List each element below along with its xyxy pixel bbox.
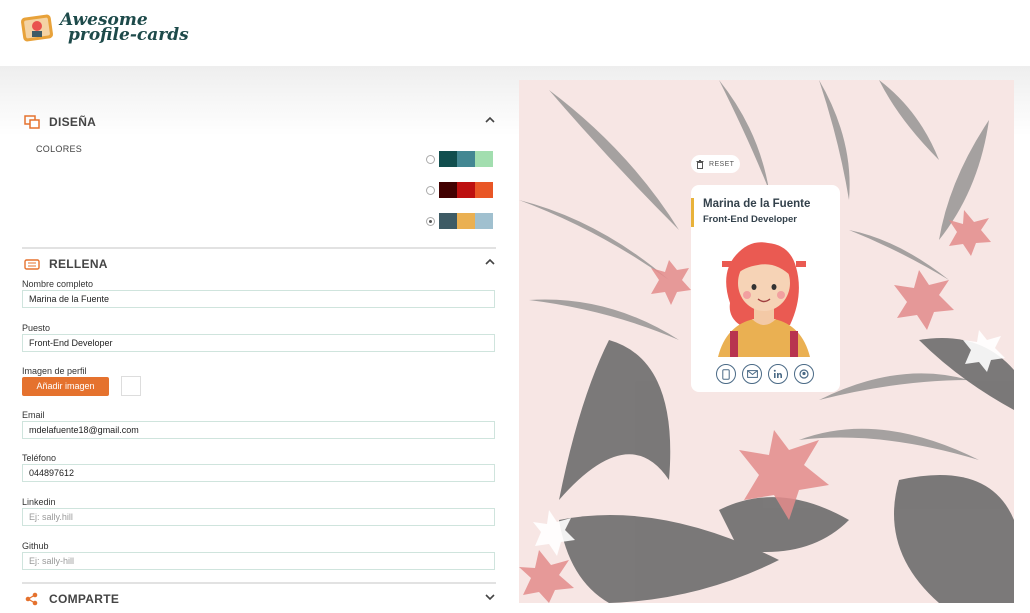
- section-divider: [22, 247, 496, 249]
- name-label: Nombre completo: [22, 279, 94, 289]
- card-name: Marina de la Fuente: [703, 198, 811, 210]
- phone-input[interactable]: 044897612: [22, 464, 495, 482]
- palette-option-1[interactable]: [426, 151, 493, 167]
- reset-label: RESET: [709, 160, 735, 168]
- linkedin-input[interactable]: Ej: sally.hill: [22, 508, 495, 526]
- reset-button[interactable]: RESET: [691, 155, 741, 173]
- logo-icon: [20, 14, 54, 42]
- phone-label: Teléfono: [22, 453, 57, 463]
- colors-label: COLORES: [36, 144, 83, 154]
- swatch: [475, 213, 493, 229]
- keyboard-icon: [24, 259, 40, 270]
- palette-radio-3[interactable]: [426, 216, 435, 226]
- phone-icon[interactable]: [716, 364, 736, 384]
- swatch: [439, 182, 457, 198]
- image-preview: [121, 376, 141, 396]
- header: Awesome profile-cards: [0, 0, 1030, 66]
- share-icon: [25, 592, 38, 606]
- swatch: [457, 182, 475, 198]
- share-section-title: COMPARTE: [49, 592, 120, 606]
- design-section-title: DISEÑA: [49, 115, 97, 129]
- email-label: Email: [22, 410, 45, 420]
- section-divider: [22, 582, 496, 584]
- logo-text: Awesome profile-cards: [60, 12, 189, 45]
- logo-line-2: profile-cards: [68, 25, 189, 45]
- app-logo[interactable]: Awesome profile-cards: [20, 12, 189, 44]
- image-label: Imagen de perfil: [22, 366, 87, 376]
- swatch: [457, 213, 475, 229]
- profile-card: Marina de la Fuente Front-End Developer: [691, 185, 840, 392]
- swatch: [475, 151, 493, 167]
- email-input[interactable]: mdelafuente18@gmail.com: [22, 421, 495, 439]
- social-links: [716, 364, 820, 384]
- job-label: Puesto: [22, 323, 51, 333]
- swatch: [439, 151, 457, 167]
- trash-icon: [696, 159, 704, 169]
- github-label: Github: [22, 541, 49, 551]
- job-input[interactable]: Front-End Developer: [22, 334, 495, 352]
- avatar: [718, 242, 810, 357]
- design-section-header[interactable]: DISEÑA: [22, 108, 496, 136]
- palette-radio-1[interactable]: [426, 154, 435, 164]
- design-icon: [24, 115, 40, 129]
- linkedin-label: Linkedin: [22, 497, 56, 507]
- preview-panel: RESET Marina de la Fuente Front-End Deve…: [519, 80, 1014, 603]
- card-accent-bar: [691, 198, 694, 227]
- card-job: Front-End Developer: [703, 214, 797, 225]
- swatch: [457, 151, 475, 167]
- palette-option-3[interactable]: [426, 213, 493, 229]
- github-icon[interactable]: [794, 364, 814, 384]
- palette-radio-2[interactable]: [426, 185, 435, 195]
- email-icon[interactable]: [742, 364, 762, 384]
- palette-option-2[interactable]: [426, 182, 493, 198]
- chevron-down-icon[interactable]: [484, 591, 496, 603]
- share-section-header[interactable]: COMPARTE: [22, 585, 496, 613]
- linkedin-icon[interactable]: [768, 364, 788, 384]
- name-input[interactable]: Marina de la Fuente: [22, 290, 495, 308]
- swatch: [475, 182, 493, 198]
- github-input[interactable]: Ej: sally-hill: [22, 552, 495, 570]
- chevron-up-icon[interactable]: [484, 256, 496, 268]
- fill-section-title: RELLENA: [49, 257, 108, 271]
- swatch: [439, 213, 457, 229]
- chevron-up-icon[interactable]: [484, 114, 496, 126]
- fill-section-header[interactable]: RELLENA: [22, 250, 496, 278]
- add-image-button[interactable]: Añadir imagen: [22, 377, 109, 396]
